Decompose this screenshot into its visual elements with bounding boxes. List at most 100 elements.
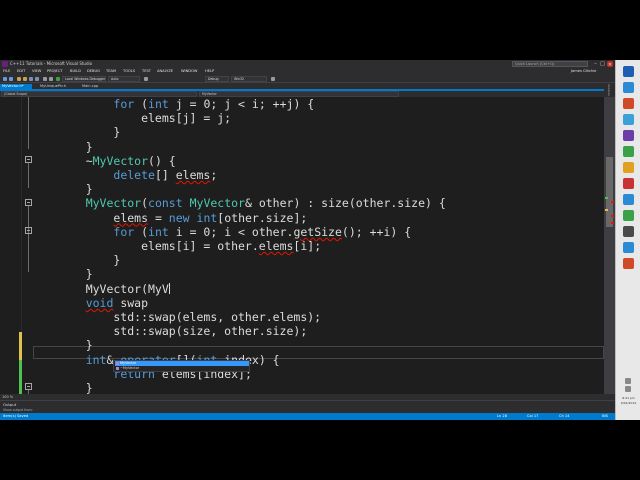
app-icon[interactable] bbox=[623, 162, 634, 173]
network-icon[interactable] bbox=[625, 386, 631, 392]
status-line: Ln 28 bbox=[497, 414, 507, 418]
code-text[interactable]: for (int j = 0; j < i; ++j) { elems[j] =… bbox=[58, 97, 446, 395]
save-all-icon[interactable] bbox=[35, 77, 39, 81]
app-icon[interactable] bbox=[623, 194, 634, 205]
text-caret bbox=[168, 282, 170, 294]
quick-launch-input[interactable]: Quick Launch (Ctrl+Q) bbox=[512, 61, 588, 67]
output-source-label: Show output from: bbox=[3, 408, 33, 412]
unsaved-changes-bar bbox=[19, 332, 22, 360]
code-line: void swap bbox=[85, 295, 149, 310]
minimize-button[interactable]: – bbox=[592, 60, 599, 68]
collapse-destructor-icon[interactable] bbox=[25, 156, 32, 163]
signed-in-user[interactable]: James Clitchie bbox=[571, 68, 596, 75]
volume-icon[interactable] bbox=[625, 378, 631, 384]
new-project-icon[interactable] bbox=[17, 77, 21, 81]
code-line: MyVector(MyV bbox=[58, 281, 170, 296]
outline-guide bbox=[28, 206, 29, 272]
menu-tools[interactable]: TOOLS bbox=[123, 68, 135, 75]
editor-vertical-scrollbar[interactable] bbox=[604, 97, 615, 420]
code-line: std::swap(elems, other.elems); bbox=[58, 310, 322, 325]
windows-taskbar: 8:41 pm 9/01/2014 bbox=[615, 60, 640, 420]
collapse-copy-constructor-icon[interactable] bbox=[25, 199, 32, 206]
find-icon[interactable] bbox=[271, 77, 275, 81]
explorer-icon[interactable] bbox=[623, 114, 634, 125]
status-bar: Item(s) Saved Ln 28 Col 17 Ch 14 INS bbox=[0, 413, 615, 420]
status-message: Item(s) Saved bbox=[3, 414, 29, 418]
code-line: std::swap(size, other.size); bbox=[58, 324, 308, 339]
app-icon[interactable] bbox=[623, 210, 634, 221]
letterbox-bottom bbox=[0, 420, 640, 480]
menu-test[interactable]: TEST bbox=[142, 68, 151, 75]
menu-file[interactable]: FILE bbox=[3, 68, 10, 75]
clock-time[interactable]: 8:41 pm bbox=[618, 396, 639, 400]
open-file-icon[interactable] bbox=[23, 77, 27, 81]
outline-guide bbox=[28, 97, 29, 149]
code-line: } bbox=[58, 267, 93, 282]
error-marker bbox=[611, 201, 614, 203]
start-button-icon[interactable] bbox=[623, 66, 634, 77]
tab-myvector-h[interactable]: MyVector.h* bbox=[0, 84, 32, 89]
back-icon[interactable] bbox=[3, 77, 7, 81]
code-line: MyVector(const MyVector& other) : size(o… bbox=[85, 196, 446, 211]
clock-date[interactable]: 9/01/2014 bbox=[618, 401, 639, 405]
intellisense-item[interactable]: ~MyVector bbox=[115, 366, 249, 371]
toolbar-option-icon[interactable] bbox=[144, 77, 148, 81]
code-line: ~MyVector() { bbox=[58, 153, 176, 168]
visual-studio-logo-icon bbox=[2, 61, 8, 67]
change-marker bbox=[605, 197, 608, 199]
status-char: Ch 14 bbox=[559, 414, 570, 418]
change-marker bbox=[605, 209, 608, 211]
app-icon[interactable] bbox=[623, 146, 634, 157]
app-icon[interactable] bbox=[623, 226, 634, 237]
forward-icon[interactable] bbox=[9, 77, 13, 81]
standard-toolbar: Local Windows Debugger Auto Debug Win32 bbox=[0, 75, 615, 83]
menu-debug[interactable]: DEBUG bbox=[87, 68, 100, 75]
code-line: elems[j] = j; bbox=[58, 111, 232, 126]
auto-select[interactable]: Auto bbox=[108, 76, 140, 82]
menu-view[interactable]: VIEW bbox=[32, 68, 41, 75]
code-line: } bbox=[58, 139, 93, 154]
undo-icon[interactable] bbox=[43, 77, 47, 81]
build-config-select[interactable]: Debug bbox=[205, 76, 229, 82]
error-marker bbox=[611, 222, 614, 224]
menu-edit[interactable]: EDIT bbox=[17, 68, 25, 75]
app-icon[interactable] bbox=[623, 178, 634, 189]
close-button[interactable]: ✕ bbox=[607, 61, 613, 68]
media-player-icon[interactable] bbox=[623, 98, 634, 109]
status-column: Col 17 bbox=[527, 414, 539, 418]
code-editor[interactable]: for (int j = 0; j < i; ++j) { elems[j] =… bbox=[0, 97, 604, 420]
code-line: } bbox=[58, 253, 121, 268]
menu-team[interactable]: TEAM bbox=[106, 68, 116, 75]
code-line: } bbox=[58, 125, 121, 140]
output-panel: Output Show output from: bbox=[0, 400, 615, 413]
menu-build[interactable]: BUILD bbox=[70, 68, 81, 75]
menu-help[interactable]: HELP bbox=[205, 68, 214, 75]
output-title: Output bbox=[3, 402, 17, 407]
code-line: elems = new int[other.size]; bbox=[113, 210, 308, 225]
browser-icon[interactable] bbox=[623, 82, 634, 93]
visual-studio-icon[interactable] bbox=[623, 130, 634, 141]
app-icon[interactable] bbox=[623, 258, 634, 269]
code-line: elems[i] = other.elems[i]; bbox=[58, 239, 322, 254]
menu-analyze[interactable]: ANALYZE bbox=[157, 68, 173, 75]
collapse-for-loop-icon[interactable] bbox=[25, 227, 32, 234]
intellisense-item-label: MyVector bbox=[120, 361, 137, 365]
code-line: } bbox=[58, 338, 93, 353]
platform-select[interactable]: Win32 bbox=[231, 76, 267, 82]
title-bar: C++11 Tutorials - Microsoft Visual Studi… bbox=[0, 60, 615, 68]
maximize-button[interactable]: □ bbox=[599, 60, 606, 68]
solution-explorer-strip[interactable]: Solution Explorer bbox=[604, 84, 615, 110]
code-line: for (int i = 0; i < other.getSize(); ++i… bbox=[113, 224, 412, 239]
debugger-select[interactable]: Local Windows Debugger bbox=[62, 76, 106, 82]
code-line: delete[] elems; bbox=[113, 168, 218, 183]
app-icon[interactable] bbox=[623, 242, 634, 253]
tab-myuniqueptr-h[interactable]: MyUniquePtr.h bbox=[38, 84, 66, 89]
class-icon bbox=[116, 362, 119, 365]
tab-main-cpp[interactable]: Main.cpp bbox=[80, 84, 98, 89]
menu-window[interactable]: WINDOW bbox=[181, 68, 197, 75]
start-debugging-icon[interactable] bbox=[56, 77, 60, 81]
redo-icon[interactable] bbox=[49, 77, 53, 81]
collapse-swap-icon[interactable] bbox=[25, 383, 32, 390]
save-icon[interactable] bbox=[29, 77, 33, 81]
menu-project[interactable]: PROJECT bbox=[47, 68, 63, 75]
